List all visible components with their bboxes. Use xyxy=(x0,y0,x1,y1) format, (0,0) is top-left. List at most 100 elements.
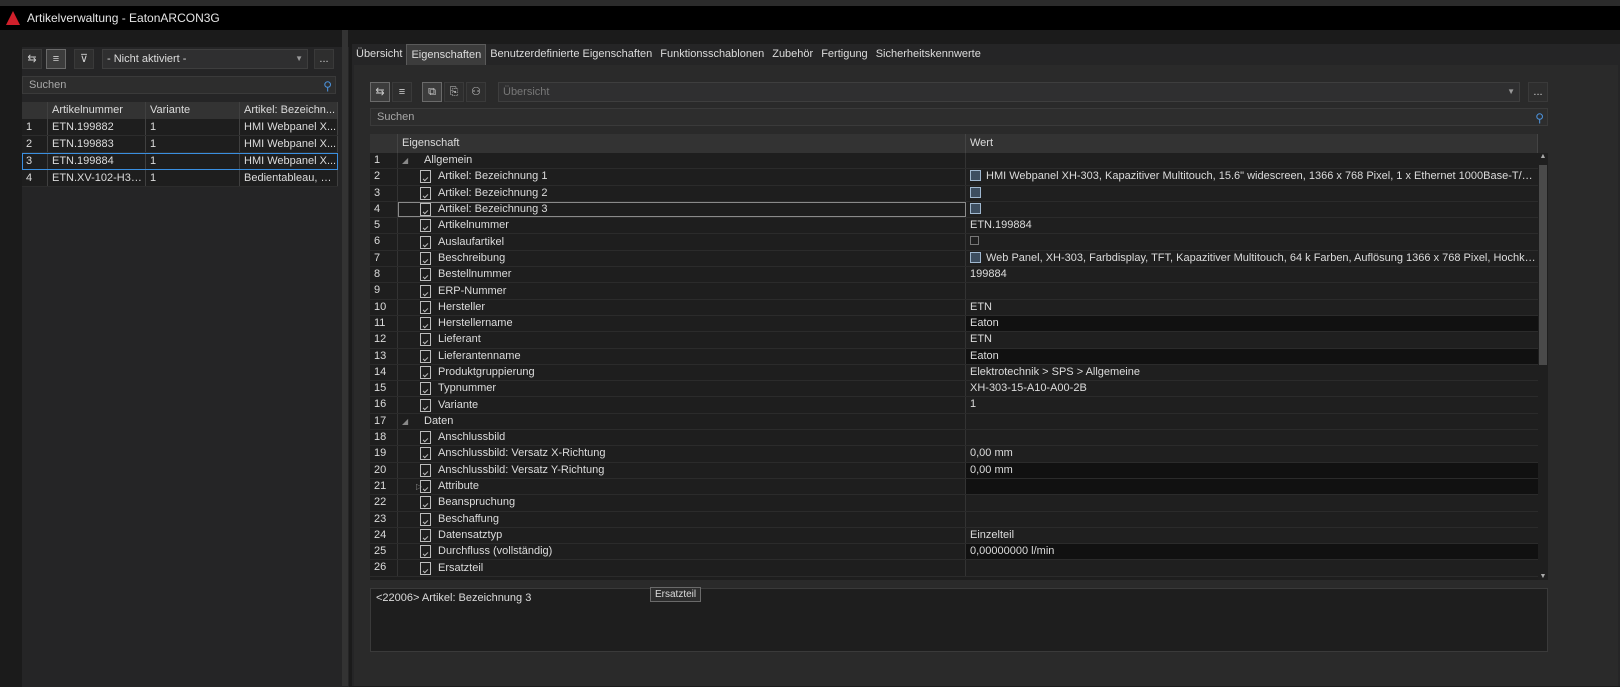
property-value[interactable]: XH-303-15-A10-A00-2B xyxy=(966,381,1538,397)
article-search-input[interactable]: Suchen ⚲ xyxy=(22,76,336,94)
list-view-icon[interactable]: ≡ xyxy=(392,82,412,102)
translation-icon[interactable] xyxy=(970,202,981,214)
property-value[interactable] xyxy=(966,201,1538,218)
property-value[interactable]: Eaton xyxy=(966,348,1538,364)
collapse-icon[interactable]: ◢ xyxy=(402,153,412,168)
property-row[interactable]: 4 Artikel: Bezeichnung 3 xyxy=(370,201,1538,219)
property-value[interactable] xyxy=(966,430,1538,446)
scroll-up-icon[interactable]: ▲ xyxy=(1538,153,1548,160)
table-row[interactable]: 1 ETN.199882 1 HMI Webpanel X... xyxy=(22,119,338,136)
property-row[interactable]: 21 ▷ Attribute xyxy=(370,478,1538,496)
property-value[interactable]: 199884 xyxy=(966,267,1538,283)
property-search-input[interactable]: Suchen ⚲ xyxy=(370,108,1548,126)
more-button[interactable]: ... xyxy=(1528,82,1548,102)
property-value[interactable]: 0,00000000 l/min xyxy=(966,544,1538,560)
tab-benutzerdefinierte-eigenschaften[interactable]: Benutzerdefinierte Eigenschaften xyxy=(486,44,656,65)
property-row[interactable]: 13 Lieferantenname Eaton xyxy=(370,348,1538,365)
translation-icon[interactable] xyxy=(970,251,981,263)
tab-eigenschaften[interactable]: Eigenschaften xyxy=(406,44,487,65)
column-eigenschaft[interactable]: Eigenschaft xyxy=(398,134,966,153)
property-row[interactable]: 5 Artikelnummer ETN.199884 xyxy=(370,218,1538,235)
property-value[interactable] xyxy=(966,495,1538,511)
column-bezeichnung[interactable]: Artikel: Bezeichn... xyxy=(240,102,338,119)
search-icon[interactable]: ⚲ xyxy=(323,78,332,94)
property-row[interactable]: 15 Typnummer XH-303-15-A10-A00-2B xyxy=(370,381,1538,398)
property-value[interactable] xyxy=(966,478,1538,495)
list-view-icon[interactable]: ≡ xyxy=(46,49,66,69)
tab-funktionsschablonen[interactable]: Funktionsschablonen xyxy=(656,44,768,65)
filter-select[interactable]: - Nicht aktiviert - ▼ xyxy=(102,49,308,69)
property-row[interactable]: 22 Beanspruchung xyxy=(370,495,1538,512)
property-row[interactable]: 24 Datensatztyp Einzelteil xyxy=(370,527,1538,545)
property-value[interactable] xyxy=(966,234,1538,250)
property-row[interactable]: 3 Artikel: Bezeichnung 2 xyxy=(370,185,1538,202)
translation-icon[interactable] xyxy=(970,186,981,198)
translation-icon[interactable] xyxy=(970,170,981,182)
panel-splitter[interactable] xyxy=(342,30,348,686)
property-value[interactable] xyxy=(966,511,1538,527)
property-value[interactable] xyxy=(966,283,1538,299)
view-select[interactable]: Übersicht ▼ xyxy=(498,82,1520,102)
tab-sicherheitskennwerte[interactable]: Sicherheitskennwerte xyxy=(872,44,985,65)
table-row-selected[interactable]: 3 ETN.199884 1 HMI Webpanel X... xyxy=(22,153,338,170)
property-value[interactable]: Elektrotechnik > SPS > Allgemeine xyxy=(966,364,1538,381)
table-row[interactable]: 4 ETN.XV-102-H3-70... 1 Bedientableau, 24..… xyxy=(22,170,338,187)
scrollbar-thumb[interactable] xyxy=(1539,165,1547,365)
property-row[interactable]: 20 Anschlussbild: Versatz Y-Richtung 0,00 … xyxy=(370,462,1538,479)
paste-icon[interactable]: ⎘ xyxy=(444,82,464,102)
tree-view-icon[interactable]: ⇆ xyxy=(370,82,390,102)
property-value[interactable]: 0,00 mm xyxy=(966,446,1538,462)
tab-uebersicht[interactable]: Übersicht xyxy=(352,44,406,65)
search-icon[interactable]: ⚲ xyxy=(1535,110,1544,126)
row-number: 26 xyxy=(370,560,398,576)
tab-zubehoer[interactable]: Zubehör xyxy=(768,44,817,65)
property-value[interactable] xyxy=(966,153,1538,169)
filter-icon[interactable]: ⊽ xyxy=(74,49,94,69)
tab-fertigung[interactable]: Fertigung xyxy=(817,44,871,65)
property-value[interactable] xyxy=(966,185,1538,201)
column-artikelnummer[interactable]: Artikelnummer xyxy=(48,102,146,119)
property-row[interactable]: 14 Produktgruppierung Elektrotechnik > SPS… xyxy=(370,364,1538,382)
scroll-down-icon[interactable]: ▼ xyxy=(1538,573,1548,580)
property-icon xyxy=(420,251,431,265)
collapse-icon[interactable]: ◢ xyxy=(402,414,412,429)
property-row[interactable]: 11 Herstellername Eaton xyxy=(370,315,1538,333)
copy-icon[interactable]: ⧉ xyxy=(422,82,442,102)
property-row[interactable]: 1 ◢ Allgemein xyxy=(370,153,1538,170)
table-row[interactable]: 2 ETN.199883 1 HMI Webpanel X... xyxy=(22,136,338,153)
property-value[interactable]: ETN xyxy=(966,299,1538,315)
property-row[interactable]: 17 ◢ Daten xyxy=(370,413,1538,431)
property-value[interactable]: HMI Webpanel XH-303, Kapazitiver Multito… xyxy=(966,169,1538,185)
property-row[interactable]: 23 Beschaffung xyxy=(370,511,1538,528)
property-row[interactable]: 6 Auslaufartikel xyxy=(370,234,1538,251)
property-value[interactable]: Einzelteil xyxy=(966,527,1538,544)
column-variante[interactable]: Variante xyxy=(146,102,240,119)
property-row[interactable]: 10 Hersteller ETN xyxy=(370,299,1538,316)
property-row[interactable]: 8 Bestellnummer 199884 xyxy=(370,267,1538,284)
property-row[interactable]: 25 Durchfluss (vollständig) 0,00000000 l/m… xyxy=(370,544,1538,561)
column-wert[interactable]: Wert xyxy=(966,134,1538,153)
property-row[interactable]: 7 Beschreibung Web Panel, XH-303, Farbdisp… xyxy=(370,250,1538,268)
property-row[interactable]: 9 ERP-Nummer xyxy=(370,283,1538,300)
user-settings-icon[interactable]: ⚇ xyxy=(466,82,486,102)
property-row[interactable]: 26 Ersatzteil xyxy=(370,560,1538,577)
property-value[interactable]: 1 xyxy=(966,397,1538,413)
more-button[interactable]: ... xyxy=(314,49,334,69)
property-value[interactable]: ETN xyxy=(966,332,1538,348)
property-row[interactable]: 2 Artikel: Bezeichnung 1 HMI Webpanel XH-3… xyxy=(370,169,1538,186)
property-row[interactable]: 12 Lieferant ETN xyxy=(370,332,1538,349)
property-label: Hersteller xyxy=(438,300,486,313)
property-row[interactable]: 19 Anschlussbild: Versatz X-Richtung 0,00 … xyxy=(370,446,1538,463)
property-value[interactable]: Eaton xyxy=(966,315,1538,332)
property-value[interactable]: ETN.199884 xyxy=(966,218,1538,234)
property-value[interactable] xyxy=(966,413,1538,430)
vertical-scrollbar[interactable]: ▲ ▼ xyxy=(1538,153,1548,580)
property-value[interactable]: Web Panel, XH-303, Farbdisplay, TFT, Kap… xyxy=(966,250,1538,267)
property-value[interactable] xyxy=(966,560,1538,576)
property-value[interactable]: 0,00 mm xyxy=(966,462,1538,478)
checkbox[interactable] xyxy=(970,236,979,246)
tree-view-icon[interactable]: ⇆ xyxy=(22,49,42,69)
property-row[interactable]: 16 Variante 1 xyxy=(370,397,1538,414)
property-row[interactable]: 18 Anschlussbild xyxy=(370,430,1538,447)
row-number: 6 xyxy=(370,234,398,250)
